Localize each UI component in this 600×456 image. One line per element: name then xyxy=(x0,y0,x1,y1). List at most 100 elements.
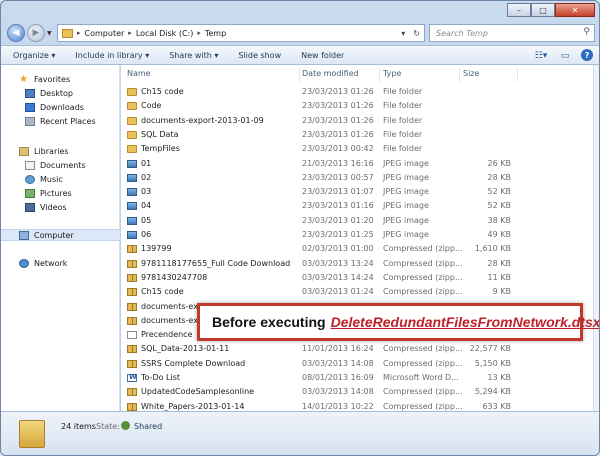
search-icon[interactable]: ⚲ xyxy=(583,27,590,37)
file-size: 1,610 KB xyxy=(474,244,511,254)
file-name: 139799 xyxy=(141,244,172,254)
preview-pane-icon[interactable]: ▭ xyxy=(557,49,573,62)
file-row[interactable]: 03 23/03/2013 01:07 JPEG image 52 KB xyxy=(121,185,591,199)
file-row[interactable]: Ch15 code 03/03/2013 01:24 Compressed (zip… xyxy=(121,285,591,299)
jpeg-file-icon xyxy=(127,159,137,168)
folder-icon xyxy=(127,145,137,154)
recent-pages-dropdown[interactable]: ▼ xyxy=(47,30,52,37)
close-button[interactable]: ✕ xyxy=(555,3,595,17)
column-divider[interactable] xyxy=(517,68,518,82)
breadcrumb-chevron-icon[interactable]: ▸ xyxy=(197,29,201,37)
file-row[interactable]: UpdatedCodeSamplesonline 03/03/2013 14:08… xyxy=(121,385,591,399)
file-name: 04 xyxy=(141,201,152,211)
zip-folder-icon xyxy=(127,359,137,368)
file-row[interactable]: To-Do List 08/01/2013 16:09 Microsoft Word… xyxy=(121,371,591,385)
vertical-scrollbar[interactable] xyxy=(593,65,599,411)
nav-item-recent-places[interactable]: Recent Places xyxy=(1,115,120,127)
file-size: 633 KB xyxy=(482,401,511,411)
refresh-icon[interactable]: ↻ xyxy=(409,29,424,38)
share-with-button[interactable]: Share with ▾ xyxy=(169,51,218,60)
file-size: 28 KB xyxy=(487,172,511,182)
file-size: 26 KB xyxy=(487,158,511,168)
column-divider[interactable] xyxy=(379,68,380,82)
breadcrumb-temp[interactable]: Temp xyxy=(205,29,226,38)
breadcrumb-chevron-icon[interactable]: ▸ xyxy=(77,29,81,37)
include-in-library-button[interactable]: Include in library ▾ xyxy=(75,51,149,60)
breadcrumb-computer[interactable]: Computer xyxy=(85,29,125,38)
nav-favorites[interactable]: ★ Favorites xyxy=(1,73,120,85)
address-dropdown-icon[interactable]: ▾ xyxy=(397,29,409,38)
nav-computer[interactable]: Computer xyxy=(1,229,120,241)
file-row[interactable]: SSRS Complete Download 03/03/2013 14:08 Co… xyxy=(121,357,591,371)
file-date: 03/03/2013 13:24 xyxy=(302,258,374,268)
new-folder-button[interactable]: New folder xyxy=(301,51,344,60)
search-input[interactable]: Search Temp ⚲ xyxy=(429,24,595,42)
forward-button[interactable]: ▶ xyxy=(27,24,45,42)
column-header-size[interactable]: Size xyxy=(463,69,479,81)
nav-network[interactable]: Network xyxy=(1,257,120,269)
file-row[interactable]: 139799 02/03/2013 01:00 Compressed (zipp..… xyxy=(121,242,591,256)
item-count: 24 items xyxy=(61,422,96,431)
file-type: JPEG image xyxy=(383,215,429,225)
nav-libraries[interactable]: Libraries xyxy=(1,145,120,157)
file-row[interactable]: 06 23/03/2013 01:25 JPEG image 49 KB xyxy=(121,228,591,242)
address-bar[interactable]: ▸ Computer ▸ Local Disk (C:) ▸ Temp ▾ ↻ xyxy=(57,24,425,42)
file-size: 28 KB xyxy=(487,258,511,268)
nav-item-label: Recent Places xyxy=(40,116,96,126)
maximize-button[interactable]: □ xyxy=(531,3,555,17)
file-date: 23/03/2013 01:16 xyxy=(302,201,374,211)
file-name: 9781430247708 xyxy=(141,272,208,282)
zip-folder-icon xyxy=(127,316,137,325)
file-size: 22,577 KB xyxy=(469,344,511,354)
file-date: 23/03/2013 01:26 xyxy=(302,115,374,125)
file-row[interactable]: SQL_Data-2013-01-11 11/01/2013 16:24 Compr… xyxy=(121,342,591,356)
breadcrumb-local-disk[interactable]: Local Disk (C:) xyxy=(136,29,194,38)
file-row[interactable]: TempFiles 23/03/2013 00:42 File folder xyxy=(121,142,591,156)
nav-item-pictures[interactable]: Pictures xyxy=(1,187,120,199)
column-divider[interactable] xyxy=(299,68,300,82)
nav-favorites-label: Favorites xyxy=(34,74,71,84)
file-row[interactable]: documents-export-2013-01-09 23/03/2013 01… xyxy=(121,114,591,128)
file-date: 23/03/2013 01:26 xyxy=(302,129,374,139)
column-header-type[interactable]: Type xyxy=(383,69,401,81)
file-row[interactable]: 04 23/03/2013 01:16 JPEG image 52 KB xyxy=(121,199,591,213)
star-icon: ★ xyxy=(19,73,28,85)
nav-item-desktop[interactable]: Desktop xyxy=(1,87,120,99)
file-row[interactable]: 02 23/03/2013 00:57 JPEG image 28 KB xyxy=(121,171,591,185)
address-row: ◀ ▶ ▼ ▸ Computer ▸ Local Disk (C:) ▸ Tem… xyxy=(1,21,599,45)
file-row[interactable]: 01 21/03/2013 16:16 JPEG image 26 KB xyxy=(121,157,591,171)
help-icon[interactable]: ? xyxy=(581,49,593,61)
slide-show-button[interactable]: Slide show xyxy=(238,51,281,60)
libraries-icon xyxy=(19,146,29,156)
file-row[interactable]: 05 23/03/2013 01:20 JPEG image 38 KB xyxy=(121,214,591,228)
minimize-button[interactable]: – xyxy=(507,3,531,17)
address-tools: ▾ ↻ xyxy=(397,25,424,41)
file-name: 01 xyxy=(141,158,152,168)
file-row[interactable]: 9781430247708 03/03/2013 14:24 Compressed … xyxy=(121,271,591,285)
file-row[interactable]: Code 23/03/2013 01:26 File folder xyxy=(121,99,591,113)
nav-item-music[interactable]: Music xyxy=(1,173,120,185)
zip-folder-icon xyxy=(127,345,137,354)
view-options-icon[interactable]: ☷▾ xyxy=(533,49,549,62)
file-row[interactable]: White_Papers-2013-01-14 14/01/2013 10:22 C… xyxy=(121,400,591,411)
view-tools: ☷▾ ▭ ? xyxy=(525,49,593,62)
nav-item-downloads[interactable]: Downloads xyxy=(1,101,120,113)
file-row[interactable]: SQL Data 23/03/2013 01:26 File folder xyxy=(121,128,591,142)
navigation-pane: ★ Favorites Desktop Downloads Recent Pla… xyxy=(1,65,120,411)
network-icon xyxy=(19,258,29,268)
callout-package-name: DeleteRedundantFilesFromNetwork.dtsx xyxy=(330,314,600,330)
file-name: Ch15 code xyxy=(141,87,184,96)
details-pane: 24 items State: Shared xyxy=(1,411,599,455)
column-header-date[interactable]: Date modified xyxy=(302,69,359,81)
breadcrumb-chevron-icon[interactable]: ▸ xyxy=(128,29,132,37)
nav-item-videos[interactable]: Videos xyxy=(1,201,120,213)
nav-item-documents[interactable]: Documents xyxy=(1,159,120,171)
organize-button[interactable]: Organize ▾ xyxy=(13,51,55,60)
file-row[interactable]: 9781118177655_Full Code Download 03/03/20… xyxy=(121,257,591,271)
column-header-name[interactable]: Name xyxy=(127,69,151,81)
file-date: 03/03/2013 14:24 xyxy=(302,272,374,282)
back-button[interactable]: ◀ xyxy=(7,24,25,42)
file-row[interactable]: Ch15 code 23/03/2013 01:26 File folder xyxy=(121,85,591,99)
nav-computer-label: Computer xyxy=(34,230,74,240)
column-divider[interactable] xyxy=(459,68,460,82)
